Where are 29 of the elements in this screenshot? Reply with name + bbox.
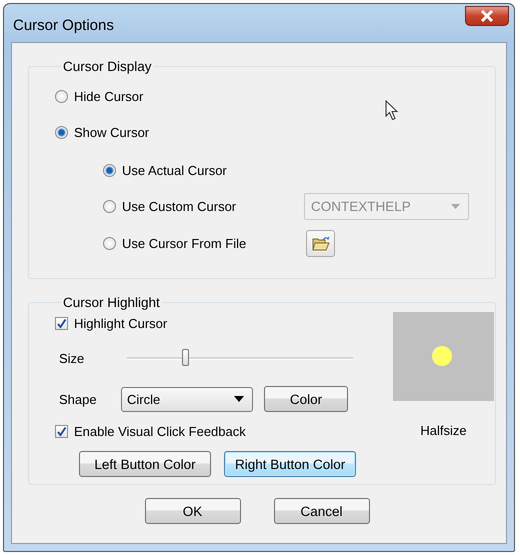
preview-size-label: Halfsize bbox=[420, 423, 467, 438]
group-title: Cursor Highlight bbox=[62, 295, 161, 310]
dialog-button[interactable]: Cancel bbox=[274, 498, 370, 524]
close-icon bbox=[480, 10, 494, 22]
radio-option[interactable]: Use Actual Cursor bbox=[103, 152, 304, 188]
close-button[interactable] bbox=[465, 6, 509, 26]
checkbox-option[interactable]: Highlight Cursor bbox=[55, 310, 367, 336]
dropdown-arrow-icon bbox=[451, 204, 460, 210]
group-title: Cursor Display bbox=[62, 59, 153, 74]
dialog-button[interactable]: OK bbox=[144, 498, 240, 524]
button-color-button[interactable]: Right Button Color bbox=[224, 451, 356, 477]
slider-thumb[interactable] bbox=[182, 349, 189, 366]
radio-option[interactable]: Use Cursor From File bbox=[103, 225, 304, 262]
radio-option[interactable]: Hide Cursor bbox=[55, 78, 385, 114]
button-color-button[interactable]: Left Button Color bbox=[79, 451, 211, 477]
color-button[interactable]: Color bbox=[264, 386, 348, 412]
shape-dropdown[interactable]: Circle bbox=[121, 386, 253, 412]
mouse-pointer-icon bbox=[385, 100, 399, 121]
checkbox-option[interactable]: Enable Visual Click Feedback bbox=[55, 418, 367, 444]
checkmark-icon bbox=[56, 318, 67, 328]
size-slider[interactable] bbox=[127, 348, 353, 368]
dropdown-arrow-icon bbox=[234, 396, 244, 402]
browse-button[interactable] bbox=[306, 230, 335, 257]
checkmark-icon bbox=[56, 426, 67, 436]
radio-option[interactable]: Show Cursor bbox=[55, 114, 385, 150]
folder-icon bbox=[312, 236, 330, 251]
window-title: Cursor Options bbox=[12, 16, 114, 34]
shape-label: Shape bbox=[58, 392, 98, 406]
size-label: Size bbox=[58, 350, 86, 366]
